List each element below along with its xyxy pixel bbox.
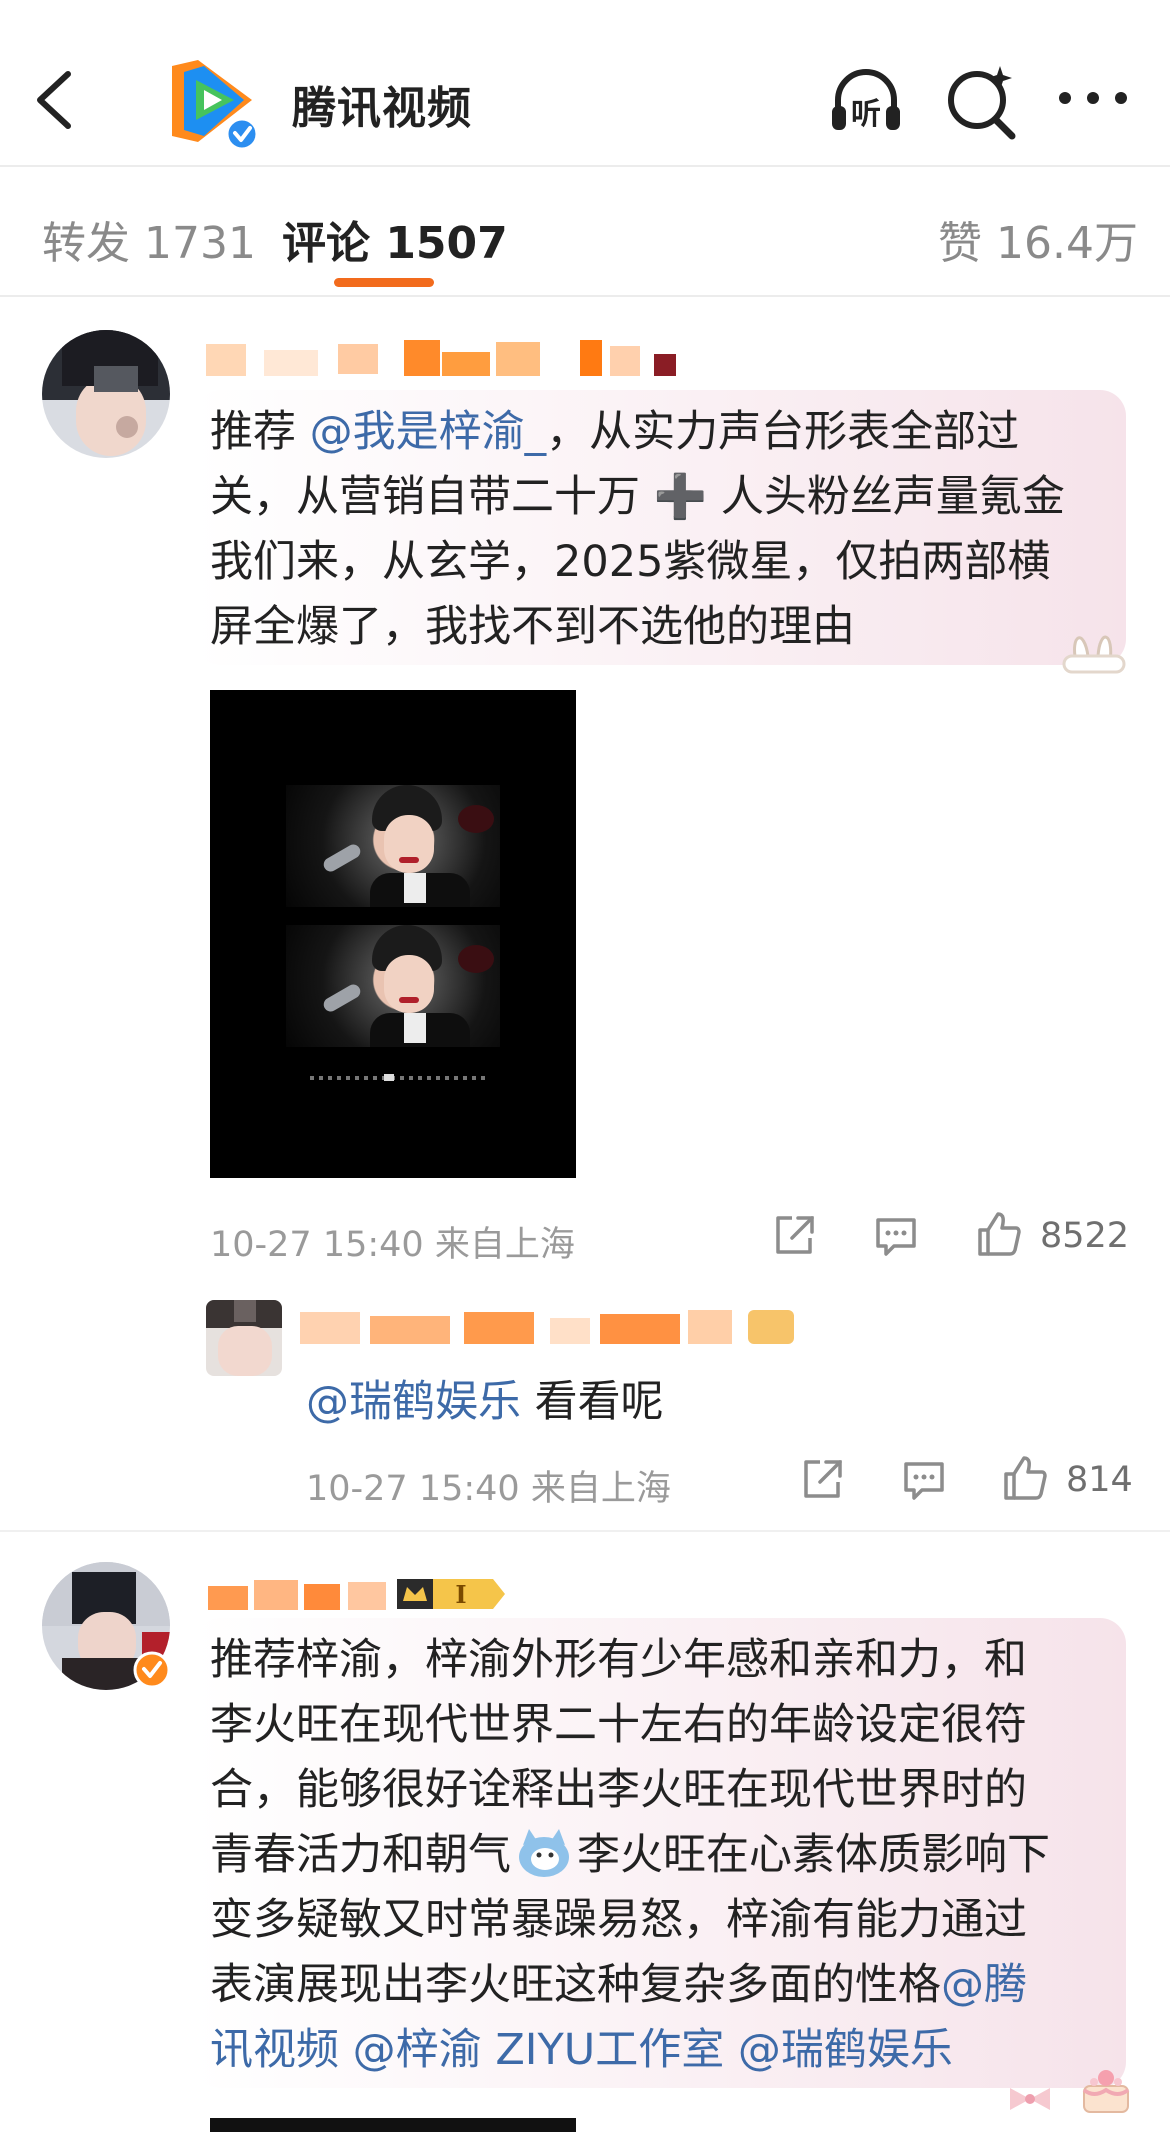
photo-frame — [286, 925, 500, 1047]
cake-sticker-icon — [1082, 2070, 1130, 2113]
comment-text: 表演展现出李火旺这种复杂多面的性格 — [210, 1960, 941, 2010]
comment-line: 关，从营销自带二十万 ➕ 人头粉丝声量氪金 — [210, 472, 1065, 522]
comment-text: ，从实力声台形表全部过 — [546, 407, 1020, 457]
back-chevron-icon[interactable] — [28, 68, 78, 132]
share-icon[interactable] — [770, 1212, 818, 1260]
reply-username-redacted[interactable] — [300, 1306, 800, 1346]
comment-text: 李火旺在心素体质影响下 — [577, 1830, 1050, 1880]
comment-divider — [0, 1530, 1170, 1532]
comment-image[interactable] — [210, 690, 576, 1178]
bow-sticker-icon — [1010, 2088, 1050, 2110]
comment-line: 我们来，从玄学，2025紫微星，仅拍两部横 — [210, 537, 1051, 587]
comment-reply-icon[interactable] — [900, 1456, 948, 1504]
tab-bar: 转发 1731 评论 1507 赞 16.4万 — [0, 167, 1170, 295]
photo-frame — [286, 785, 500, 907]
listen-headphones-icon[interactable]: 听 — [826, 62, 906, 142]
username-redacted[interactable] — [206, 340, 696, 380]
mention-links-line[interactable]: 讯视频 @梓渝 ZIYU工作室 @瑞鹤娱乐 — [210, 2018, 953, 2083]
comment-line: 李火旺在现代世界二十左右的年龄设定很符 — [210, 1700, 1027, 1750]
share-icon[interactable] — [798, 1456, 846, 1504]
tab-repost[interactable]: 转发 1731 — [42, 207, 256, 271]
comment-line: 推荐 @我是梓渝_，从实力声台形表全部过 — [210, 400, 1019, 465]
username-redacted[interactable] — [208, 1572, 388, 1612]
thumbs-up-icon[interactable] — [1000, 1454, 1048, 1502]
tabs-divider — [0, 295, 1170, 297]
reply-text: 看看呢 — [521, 1377, 664, 1427]
more-dots-icon[interactable] — [1055, 62, 1135, 142]
mention-link[interactable]: @腾 — [941, 1960, 1027, 2010]
comment-line: 变多疑敏又时常暴躁易怒，梓渝有能力通过 — [210, 1895, 1027, 1945]
comment-text: 青春活力和朝气 — [210, 1830, 511, 1880]
weibo-comment-page: 腾讯视频 听 转发 1731 评论 1507 赞 16.4万 推荐 @我是梓渝_… — [0, 0, 1170, 2132]
like-count: 8522 — [1040, 1216, 1130, 1256]
image-caption-strip — [310, 1076, 490, 1080]
image-caption-mark — [384, 1074, 394, 1081]
member-level-badge-icon: I — [397, 1579, 505, 1609]
comment-line: 表演展现出李火旺这种复杂多面的性格@腾 — [210, 1953, 1027, 2018]
tab-like[interactable]: 赞 16.4万 — [938, 207, 1138, 271]
listen-glyph: 听 — [851, 97, 881, 132]
account-title: 腾讯视频 — [292, 83, 472, 134]
svg-text:I: I — [455, 1580, 466, 1609]
comment-reply-icon[interactable] — [872, 1212, 920, 1260]
thumbs-up-icon[interactable] — [974, 1210, 1022, 1258]
bunny-ears-sticker-icon — [1062, 635, 1126, 674]
comment-line: 推荐梓渝，梓渝外形有少年感和亲和力，和 — [210, 1635, 1027, 1685]
comment-text: 推荐 — [210, 407, 310, 457]
reply-avatar[interactable] — [206, 1300, 282, 1376]
like-count: 814 — [1066, 1460, 1133, 1500]
reply-mention-link[interactable]: @瑞鹤娱乐 — [306, 1377, 521, 1427]
comment-time-location: 10-27 15:40 来自上海 — [210, 1225, 575, 1265]
top-nav-bar: 腾讯视频 听 — [0, 0, 1170, 165]
reply-line: @瑞鹤娱乐 看看呢 — [306, 1370, 664, 1435]
tencent-video-logo-icon[interactable] — [160, 50, 264, 154]
active-tab-indicator — [334, 278, 434, 287]
comment-line: 屏全爆了，我找不到不选他的理由 — [210, 602, 855, 652]
verified-badge-icon — [133, 1651, 171, 1689]
super-search-icon[interactable] — [942, 62, 1022, 142]
commenter-avatar[interactable] — [42, 330, 170, 458]
mention-link[interactable]: @我是梓渝_ — [310, 407, 547, 457]
reply-time-location: 10-27 15:40 来自上海 — [306, 1469, 671, 1509]
comment-line: 青春活力和朝气 李火旺在心素体质影响下 — [210, 1823, 1050, 1888]
comment-line: 合，能够很好诠释出李火旺在现代世界时的 — [210, 1765, 1027, 1815]
tab-comment[interactable]: 评论 1507 — [282, 207, 508, 271]
next-comment-image[interactable] — [210, 2118, 576, 2132]
cat-emoji-sticker-icon — [519, 1829, 569, 1877]
